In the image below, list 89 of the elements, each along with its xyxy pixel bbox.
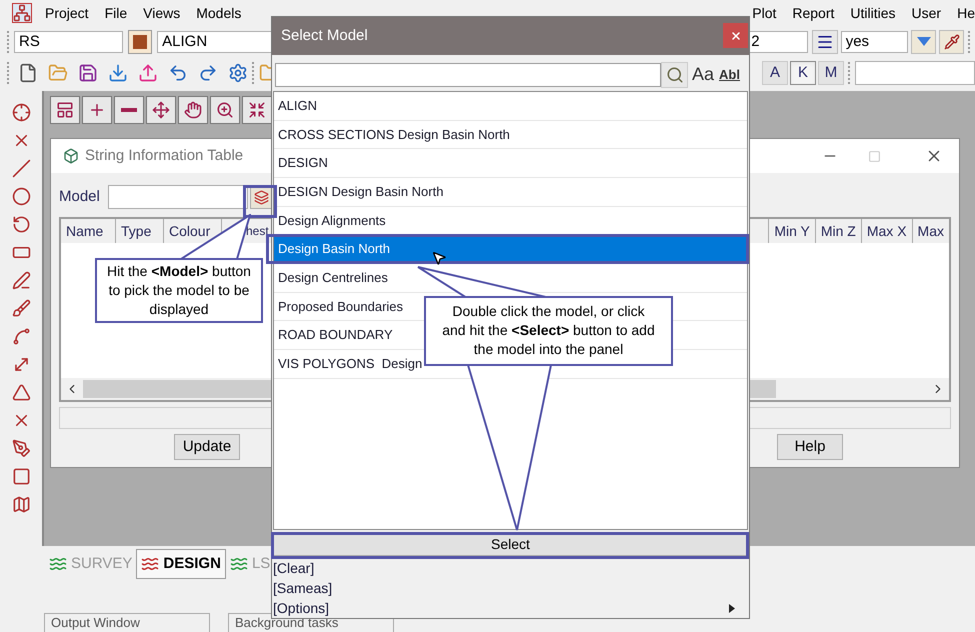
node-icon[interactable] — [12, 327, 30, 346]
string-field[interactable]: RS — [14, 30, 124, 52]
help-button[interactable]: Help — [777, 434, 843, 460]
undo-icon[interactable] — [168, 62, 188, 82]
column-header[interactable]: Max — [912, 219, 949, 243]
column-header[interactable]: Min Z — [814, 219, 861, 243]
window-icon — [56, 101, 74, 119]
pan-icon — [152, 101, 170, 119]
naming-button[interactable] — [128, 30, 152, 54]
whole-word-toggle[interactable]: Abl — [719, 65, 740, 85]
list-item[interactable]: DESIGN — [274, 149, 747, 178]
column-header[interactable]: Min Y — [768, 219, 815, 243]
dropdown-button[interactable] — [911, 30, 936, 54]
cube-icon — [63, 148, 79, 164]
search-icon — [666, 66, 684, 84]
circle-icon[interactable] — [12, 187, 30, 206]
hand-icon — [184, 101, 202, 119]
mode-button[interactable]: A — [762, 60, 788, 84]
tool-button[interactable] — [82, 96, 112, 124]
minus-icon — [121, 108, 137, 112]
view-icon — [141, 555, 160, 573]
column-header[interactable]: Name — [61, 219, 116, 243]
close-button[interactable] — [723, 23, 748, 48]
line-style-button[interactable] — [812, 30, 838, 54]
panel-tab[interactable]: Output Window — [44, 613, 210, 632]
brush-icon[interactable] — [12, 299, 30, 318]
command-field[interactable] — [855, 60, 975, 84]
tool-button[interactable] — [146, 96, 176, 124]
layers-icon — [254, 190, 270, 204]
tool-button[interactable] — [50, 96, 80, 124]
menu-item[interactable]: Report — [792, 2, 834, 24]
search-button[interactable] — [661, 62, 688, 88]
app-logo-icon[interactable] — [12, 3, 32, 23]
menu-item[interactable]: User — [912, 2, 942, 24]
model-input[interactable] — [108, 185, 248, 209]
menu-item[interactable]: Models — [196, 2, 242, 24]
menu-entry[interactable]: [Sameas] — [272, 578, 749, 598]
menu-entry[interactable]: [Clear] — [272, 558, 749, 578]
zoom-in-icon — [216, 101, 234, 119]
view-icon — [49, 555, 67, 573]
settings-icon[interactable] — [228, 62, 248, 82]
list-item[interactable]: CROSS SECTIONS Design Basin North — [274, 120, 747, 150]
select-button[interactable]: Select — [273, 533, 748, 556]
tool-button[interactable] — [210, 96, 240, 124]
export-icon[interactable] — [138, 62, 158, 82]
new-file-icon[interactable] — [18, 62, 38, 82]
model-label: Model — [59, 186, 100, 207]
close-icon — [730, 30, 742, 42]
mode-button[interactable]: M — [818, 60, 844, 84]
menu-item[interactable]: Plot — [752, 2, 776, 24]
tool-button[interactable] — [114, 96, 144, 124]
list-item[interactable]: DESIGN Design Basin North — [274, 178, 747, 207]
search-field[interactable] — [275, 62, 661, 87]
shrink-icon — [248, 101, 266, 119]
tool-button[interactable] — [178, 96, 208, 124]
mouse-cursor-icon — [431, 250, 447, 266]
pencil-icon[interactable] — [12, 271, 30, 290]
caret-icon — [916, 37, 931, 46]
triangle-icon[interactable] — [12, 383, 30, 402]
list-item[interactable]: Design Alignments — [274, 206, 747, 236]
column-header[interactable]: Max X — [860, 219, 912, 243]
eyedropper-icon — [944, 34, 960, 50]
save-icon[interactable] — [78, 62, 98, 82]
column-header[interactable]: Type — [116, 219, 164, 243]
window-title: String Information Table — [85, 146, 244, 166]
view-icon — [230, 555, 248, 573]
menu-item[interactable]: File — [104, 2, 128, 24]
import-icon[interactable] — [108, 62, 128, 82]
pen-icon[interactable] — [12, 439, 30, 458]
picker-button[interactable] — [939, 30, 964, 54]
arc-icon[interactable] — [12, 215, 30, 234]
line-icon[interactable] — [12, 159, 30, 178]
update-button[interactable]: Update — [174, 434, 240, 460]
tool-button[interactable] — [242, 96, 272, 124]
menu-item[interactable]: Project — [45, 2, 89, 24]
menu-item[interactable]: Views — [143, 2, 180, 24]
dialog-title: Select Model — [281, 26, 368, 46]
redo-icon[interactable] — [198, 62, 218, 82]
crosshair-icon[interactable] — [12, 103, 30, 122]
frame-icon[interactable] — [12, 467, 30, 486]
list-item[interactable]: ALIGN — [274, 92, 747, 121]
map-icon[interactable] — [12, 495, 30, 514]
menu-item[interactable]: Utilities — [850, 2, 896, 24]
plus-icon — [88, 101, 106, 119]
choice-field[interactable]: yes — [840, 30, 908, 52]
view-tab[interactable]: DESIGN — [136, 549, 226, 579]
mode-button[interactable]: K — [790, 60, 816, 84]
match-case-toggle[interactable]: Aa — [692, 61, 714, 88]
menu-item[interactable]: He — [957, 2, 975, 24]
